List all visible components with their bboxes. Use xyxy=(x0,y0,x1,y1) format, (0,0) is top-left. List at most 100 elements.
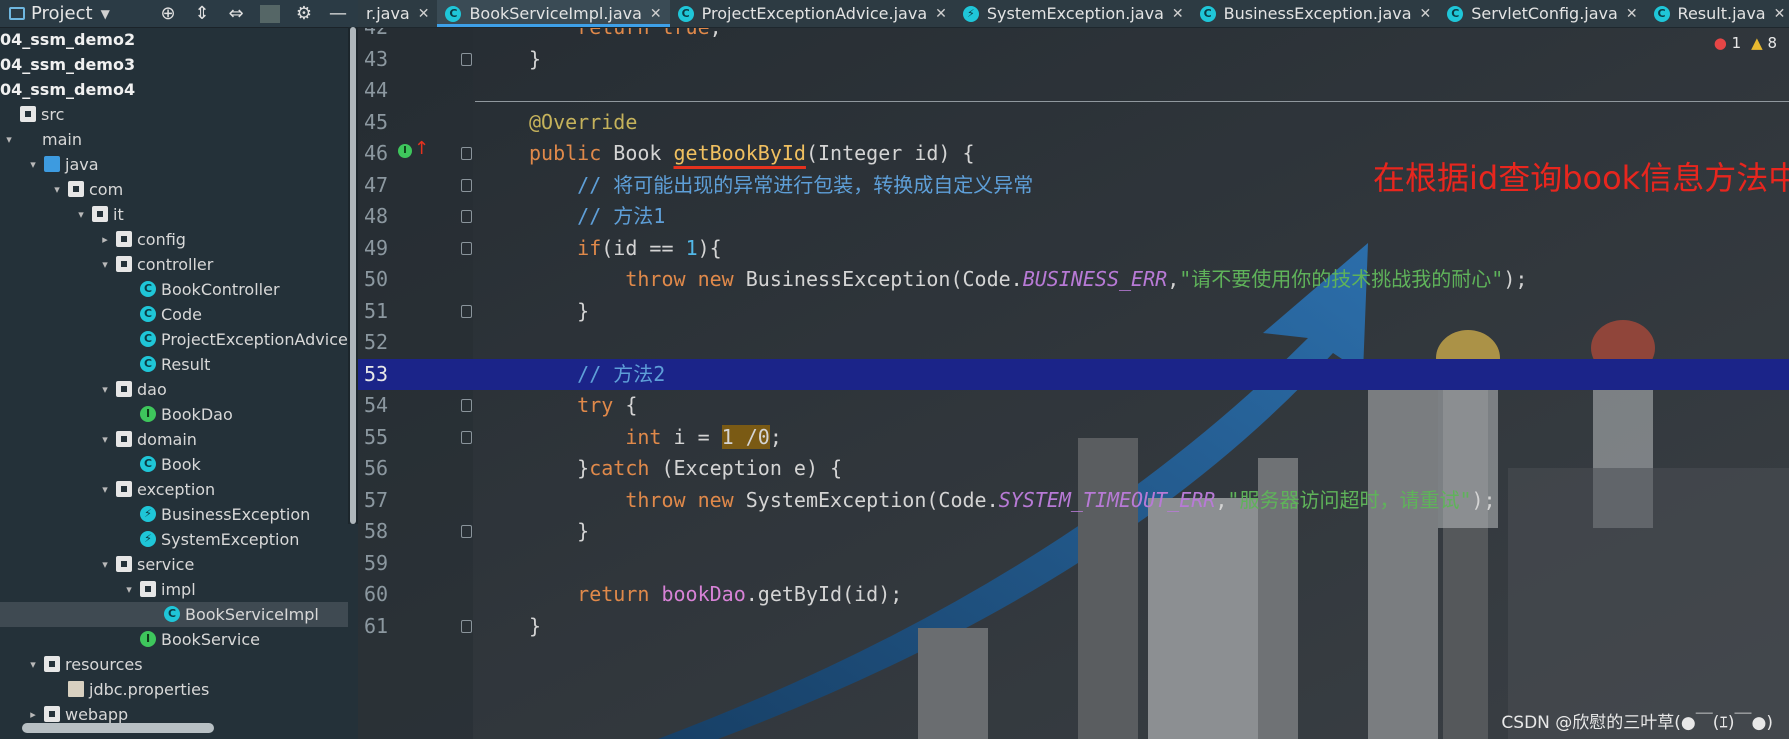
tree-item[interactable]: C Code xyxy=(0,302,348,327)
tree-item[interactable]: 04_ssm_demo3 xyxy=(0,52,348,77)
code-line[interactable]: 55 int i = 1 /0; xyxy=(358,422,1789,454)
tree-item[interactable]: ⚡ SystemException xyxy=(0,527,348,552)
fold-marker-icon[interactable] xyxy=(461,210,472,223)
tree-item-label: domain xyxy=(137,430,197,449)
tree-item[interactable]: I BookService xyxy=(0,627,348,652)
tree-item[interactable]: 04_ssm_demo2 xyxy=(0,27,348,52)
tree-item[interactable]: jdbc.properties xyxy=(0,677,348,702)
code-line[interactable]: 44 xyxy=(358,75,1789,107)
up-arrow-icon[interactable]: ↑ xyxy=(414,138,429,159)
tree-item[interactable]: ▾ it xyxy=(0,202,348,227)
tree-item[interactable]: C Result xyxy=(0,352,348,377)
tree-item[interactable]: ▾ controller xyxy=(0,252,348,277)
fold-marker-icon[interactable] xyxy=(461,52,472,66)
code-line[interactable]: 45 @Override xyxy=(358,107,1789,139)
project-title[interactable]: Project xyxy=(31,3,93,24)
tree-item[interactable]: C ProjectExceptionAdvice xyxy=(0,327,348,352)
code-line[interactable]: 52 xyxy=(358,327,1789,359)
tree-item[interactable]: ▾ com xyxy=(0,177,348,202)
fold-marker-icon[interactable] xyxy=(461,178,472,192)
code-line[interactable]: 43} xyxy=(358,44,1789,76)
hide-icon[interactable]: — xyxy=(328,3,348,24)
chevron-down-icon[interactable]: ▾ xyxy=(50,177,64,202)
tree-item[interactable]: ▾ dao xyxy=(0,377,348,402)
close-icon[interactable]: ✕ xyxy=(650,6,662,22)
tree-item[interactable]: I BookDao xyxy=(0,402,348,427)
tree-item[interactable]: ▾ main xyxy=(0,127,348,152)
chevron-down-icon[interactable]: ▾ xyxy=(98,377,112,402)
project-horizontal-scrollbar[interactable] xyxy=(22,723,214,733)
code-line[interactable]: 53 // 方法2 xyxy=(358,358,1789,390)
fold-marker-icon[interactable] xyxy=(461,525,472,538)
fold-marker-icon[interactable] xyxy=(461,241,472,255)
close-icon[interactable]: ✕ xyxy=(1420,6,1432,22)
tree-item[interactable]: ▾ java xyxy=(0,152,348,177)
tree-item[interactable]: ▾ domain xyxy=(0,427,348,452)
code-line[interactable]: 57 throw new SystemException(Code.SYSTEM… xyxy=(358,485,1789,517)
editor-tab[interactable]: C ProjectExceptionAdvice.java ✕ xyxy=(670,0,955,27)
close-icon[interactable]: ✕ xyxy=(1172,6,1184,22)
tree-item[interactable]: src xyxy=(0,102,348,127)
chevron-down-icon[interactable]: ▾ xyxy=(98,427,112,452)
chevron-down-icon[interactable]: ▾ xyxy=(98,252,112,277)
code-line[interactable]: 48 // 方法1 xyxy=(358,201,1789,233)
code-line[interactable]: 59 xyxy=(358,548,1789,580)
tree-item[interactable]: ▾ resources xyxy=(0,652,348,677)
inspection-widget[interactable]: ● 1 ▲ 8 xyxy=(1714,34,1777,52)
chevron-right-icon[interactable]: ▸ xyxy=(98,227,112,252)
tab-label: BusinessException.java xyxy=(1223,4,1412,23)
tree-item[interactable]: ▾ exception xyxy=(0,477,348,502)
close-icon[interactable]: ✕ xyxy=(1626,6,1638,22)
scrollbar-thumb[interactable] xyxy=(350,27,356,524)
chevron-down-icon[interactable]: ▾ xyxy=(98,552,112,577)
tree-item[interactable]: 04_ssm_demo4 xyxy=(0,77,348,102)
expand-all-icon[interactable]: ⇕ xyxy=(192,3,212,24)
tree-item[interactable]: C Book xyxy=(0,452,348,477)
editor-tab[interactable]: C BusinessException.java ✕ xyxy=(1192,0,1440,27)
implements-method-icon[interactable]: I xyxy=(398,144,412,158)
chevron-down-icon[interactable]: ▾ xyxy=(122,577,136,602)
code-line[interactable]: 56 }catch (Exception e) { xyxy=(358,453,1789,485)
project-vertical-scrollbar[interactable] xyxy=(348,27,358,524)
editor-tab[interactable]: r.java ✕ xyxy=(358,0,437,27)
code-editor[interactable]: 42 return true;43}4445@Override46public … xyxy=(358,28,1789,739)
close-icon[interactable]: ✕ xyxy=(418,6,430,22)
line-number: 49 xyxy=(364,235,389,260)
code-line[interactable]: 54 try { xyxy=(358,390,1789,422)
fold-marker-icon[interactable] xyxy=(461,619,472,633)
code-line[interactable]: 61} xyxy=(358,611,1789,643)
fold-marker-icon[interactable] xyxy=(461,304,472,318)
code-line[interactable]: 51 } xyxy=(358,296,1789,328)
tree-item[interactable]: C BookController xyxy=(0,277,348,302)
chevron-down-icon[interactable]: ▾ xyxy=(74,202,88,227)
chevron-down-icon[interactable]: ▾ xyxy=(26,652,40,677)
chevron-down-icon[interactable]: ▾ xyxy=(98,477,112,502)
code-line[interactable]: 42 return true; xyxy=(358,28,1789,44)
editor-tab[interactable]: C BookServiceImpl.java ✕ xyxy=(437,0,670,27)
code-line[interactable]: 49 if(id == 1){ xyxy=(358,233,1789,265)
chevron-down-icon[interactable]: ▾ xyxy=(26,152,40,177)
tree-item[interactable]: ▾ service xyxy=(0,552,348,577)
code-line[interactable]: 50 throw new BusinessException(Code.BUSI… xyxy=(358,264,1789,296)
collapse-all-icon[interactable]: ⇔ xyxy=(226,3,246,24)
tree-item[interactable]: ▾ impl xyxy=(0,577,348,602)
chevron-down-icon[interactable]: ▼ xyxy=(101,7,110,21)
tree-item[interactable]: C BookServiceImpl xyxy=(0,602,348,627)
line-number: 57 xyxy=(364,487,389,512)
editor-tab[interactable]: C ServletConfig.java ✕ xyxy=(1439,0,1645,27)
fold-marker-icon[interactable] xyxy=(461,147,472,160)
code-line[interactable]: 60 return bookDao.getById(id); xyxy=(358,579,1789,611)
tree-item[interactable]: ⚡ BusinessException xyxy=(0,502,348,527)
chevron-down-icon[interactable]: ▾ xyxy=(2,127,16,152)
close-icon[interactable]: ✕ xyxy=(1774,6,1786,22)
fold-marker-icon[interactable] xyxy=(461,399,472,412)
select-opened-file-icon[interactable]: ⊕ xyxy=(158,3,178,24)
project-tool-window: Project ▼ ⊕ ⇕ ⇔ ⚙ — 04_ssm_demo2 04_ssm_d… xyxy=(0,0,358,739)
gear-icon[interactable]: ⚙ xyxy=(294,3,314,24)
code-line[interactable]: 58 } xyxy=(358,516,1789,548)
editor-tab[interactable]: C Result.java ✕ xyxy=(1646,0,1789,27)
close-icon[interactable]: ✕ xyxy=(935,6,947,22)
fold-marker-icon[interactable] xyxy=(461,430,472,444)
editor-tab[interactable]: ⚡ SystemException.java ✕ xyxy=(955,0,1192,27)
tree-item[interactable]: ▸ config xyxy=(0,227,348,252)
